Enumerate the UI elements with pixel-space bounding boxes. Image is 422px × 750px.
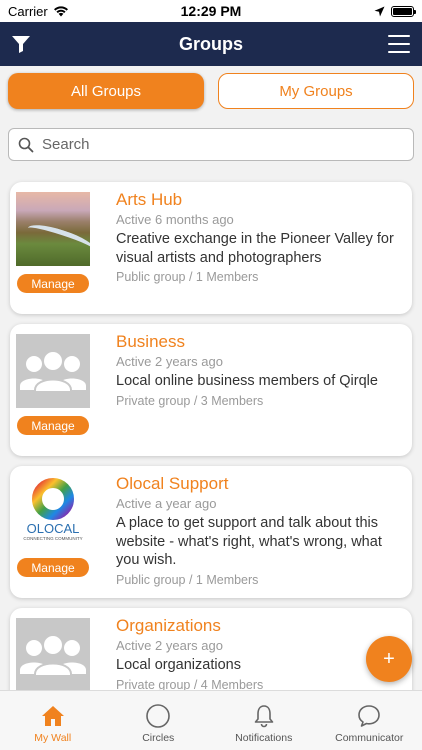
bell-icon <box>254 705 274 728</box>
nav-my-wall[interactable]: My Wall <box>0 691 106 750</box>
nav-label: My Wall <box>34 732 72 744</box>
group-name[interactable]: Organizations <box>116 615 404 636</box>
group-placeholder-icon <box>16 334 90 408</box>
nav-label: Communicator <box>335 732 404 744</box>
hamburger-menu-icon[interactable] <box>388 35 410 53</box>
status-time: 12:29 PM <box>180 3 242 19</box>
group-placeholder-icon <box>16 618 90 690</box>
group-description: Local organizations <box>116 657 241 673</box>
group-meta: Private group / 4 Members <box>116 677 264 691</box>
group-card-business[interactable]: Manage Business Active 2 years ago Local… <box>10 324 412 456</box>
nav-communicator[interactable]: Communicator <box>317 691 422 750</box>
filter-icon[interactable] <box>10 33 32 55</box>
nav-label: Notifications <box>235 732 293 744</box>
group-name[interactable]: Business <box>116 331 404 352</box>
manage-button[interactable]: Manage <box>17 274 89 293</box>
search-input[interactable] <box>42 136 413 153</box>
group-activity: Active 2 years ago <box>116 354 223 369</box>
group-meta: Public group / 1 Members <box>116 270 259 284</box>
olocal-logo-text: OLOCAL <box>27 521 80 536</box>
bottom-nav: My Wall Circles Notifications Communicat… <box>0 690 422 750</box>
group-description: A place to get support and talk about th… <box>116 515 382 568</box>
manage-button[interactable]: Manage <box>17 416 89 435</box>
group-description: Local online business members of Qirqle <box>116 373 378 389</box>
group-card-olocal-support[interactable]: OLOCAL CONNECTING COMMUNITY Manage Oloca… <box>10 466 412 598</box>
status-right <box>374 5 416 17</box>
nav-label: Circles <box>142 732 175 744</box>
people-icon <box>20 634 86 677</box>
add-group-button[interactable]: + <box>366 636 412 682</box>
tab-my-groups[interactable]: My Groups <box>218 73 414 109</box>
group-meta: Public group / 1 Members <box>116 572 259 587</box>
group-activity: Active 6 months ago <box>116 212 234 227</box>
group-info: Olocal Support Active a year ago A place… <box>116 473 404 589</box>
chat-bubble-icon <box>358 705 381 727</box>
group-card-organizations[interactable]: Organizations Active 2 years ago Local o… <box>10 608 412 690</box>
home-icon <box>41 706 64 726</box>
group-activity: Active 2 years ago <box>116 638 223 653</box>
group-meta: Private group / 3 Members <box>116 393 264 408</box>
manage-button[interactable]: Manage <box>17 558 89 577</box>
search-icon <box>18 137 34 152</box>
status-bar: Carrier 12:29 PM <box>0 0 422 22</box>
battery-icon <box>391 5 416 17</box>
group-description: Creative exchange in the Pioneer Valley … <box>116 231 394 266</box>
page-title: Groups <box>178 33 243 54</box>
nav-circles[interactable]: Circles <box>106 691 212 750</box>
group-info: Organizations Active 2 years ago Local o… <box>116 615 404 690</box>
group-info: Arts Hub Active 6 months ago Creative ex… <box>116 189 404 286</box>
group-activity: Active a year ago <box>116 496 217 511</box>
group-info: Business Active 2 years ago Local online… <box>116 331 404 410</box>
group-card-arts-hub[interactable]: Manage Arts Hub Active 6 months ago Crea… <box>10 182 412 314</box>
people-icon <box>20 350 86 393</box>
olocal-logo: OLOCAL CONNECTING COMMUNITY <box>16 476 90 550</box>
olocal-logo-subtext: CONNECTING COMMUNITY <box>23 536 82 541</box>
tab-all-groups[interactable]: All Groups <box>8 73 204 109</box>
location-arrow-icon <box>374 6 385 16</box>
olocal-ring-icon: OLOCAL CONNECTING COMMUNITY <box>23 478 83 541</box>
group-tabs: All Groups My Groups <box>8 73 414 109</box>
circle-icon <box>146 704 171 728</box>
group-name[interactable]: Olocal Support <box>116 473 404 494</box>
group-thumbnail-arts-hub <box>16 192 90 266</box>
app-header: Groups <box>0 22 422 66</box>
group-list: Manage Arts Hub Active 6 months ago Crea… <box>0 170 422 690</box>
nav-notifications[interactable]: Notifications <box>211 691 317 750</box>
search-bar <box>8 128 414 161</box>
group-name[interactable]: Arts Hub <box>116 189 404 210</box>
